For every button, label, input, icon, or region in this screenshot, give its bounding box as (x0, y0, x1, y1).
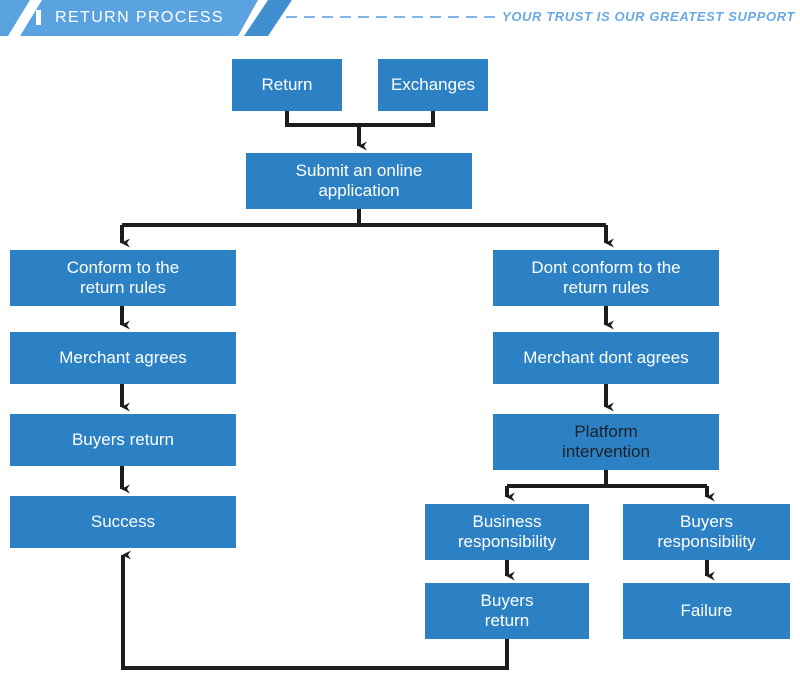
node-buyers-return-left[interactable]: Buyers return (10, 414, 236, 466)
page-header: RETURN PROCESS YOUR TRUST IS OUR GREATES… (0, 0, 800, 36)
node-buyers-responsibility[interactable]: Buyers responsibility (623, 504, 790, 560)
node-success[interactable]: Success (10, 496, 236, 548)
page-title: RETURN PROCESS (55, 9, 224, 26)
bullet-mark-icon (36, 10, 41, 25)
node-dont-conform-rules[interactable]: Dont conform to the return rules (493, 250, 719, 306)
node-return[interactable]: Return (232, 59, 342, 111)
node-business-responsibility[interactable]: Business responsibility (425, 504, 589, 560)
flowchart: Return Exchanges Submit an online applic… (0, 36, 800, 680)
node-merchant-agrees[interactable]: Merchant agrees (10, 332, 236, 384)
node-failure[interactable]: Failure (623, 583, 790, 639)
node-buyers-return-bottom[interactable]: Buyers return (425, 583, 589, 639)
node-conform-rules[interactable]: Conform to the return rules (10, 250, 236, 306)
node-platform-intervention[interactable]: Platform intervention (493, 414, 719, 470)
edge-return-to-submit (285, 111, 359, 127)
edge-exchanges-to-submit (359, 111, 435, 127)
node-exchanges[interactable]: Exchanges (378, 59, 488, 111)
node-merchant-dont-agrees[interactable]: Merchant dont agrees (493, 332, 719, 384)
node-submit-application[interactable]: Submit an online application (246, 153, 472, 209)
header-tagline: YOUR TRUST IS OUR GREATEST SUPPORT (502, 9, 795, 24)
